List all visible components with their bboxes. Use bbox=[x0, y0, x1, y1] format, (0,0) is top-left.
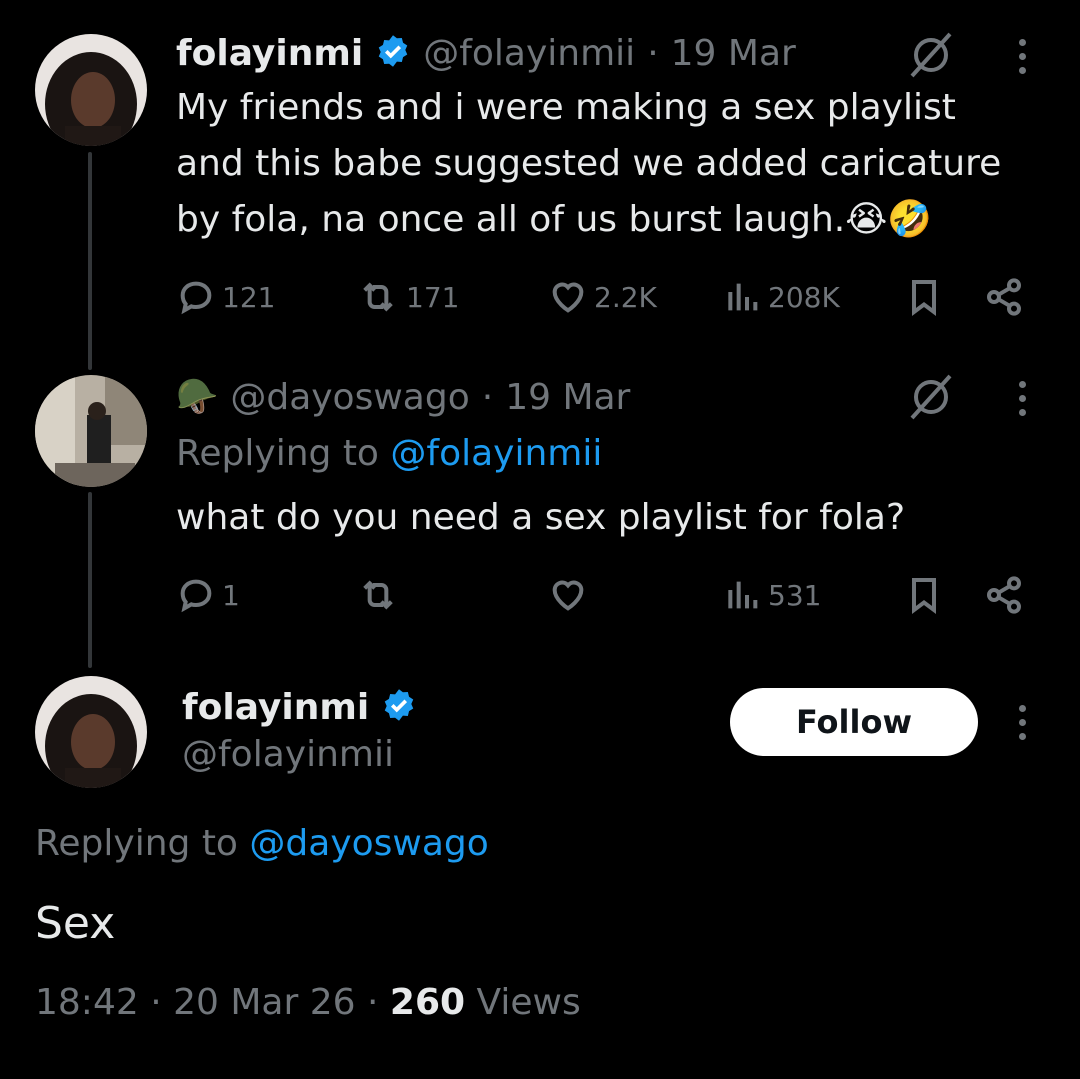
replying-to-link[interactable]: @folayinmii bbox=[390, 433, 602, 474]
like-count: 2.2K bbox=[594, 280, 657, 314]
action-bar: 1 531 bbox=[176, 572, 1056, 618]
tweet-meta: 18:42 · 20 Mar 26 · 260 Views bbox=[35, 982, 581, 1023]
share-icon bbox=[987, 278, 1021, 316]
avatar-dayoswago[interactable] bbox=[35, 375, 147, 487]
replying-to-link[interactable]: @dayoswago bbox=[249, 823, 488, 864]
author-name-row: folayinmi bbox=[182, 684, 417, 730]
repost-button[interactable]: 171 bbox=[356, 277, 459, 317]
replying-to: Replying to @dayoswago bbox=[35, 823, 489, 864]
views-count: 531 bbox=[768, 578, 822, 612]
tweet-date[interactable]: 20 Mar 26 bbox=[173, 982, 355, 1023]
avatar-folayinmi[interactable] bbox=[35, 676, 147, 788]
grok-icon[interactable] bbox=[904, 30, 958, 84]
verified-badge-icon bbox=[375, 33, 411, 73]
repost-icon bbox=[363, 282, 393, 312]
views-icon bbox=[728, 283, 758, 311]
like-button[interactable]: 2.2K bbox=[548, 277, 657, 317]
more-options-icon[interactable] bbox=[1019, 705, 1026, 740]
views-label: Views bbox=[476, 982, 581, 1023]
emoji: 😭🤣 bbox=[845, 199, 933, 240]
views-icon bbox=[728, 581, 758, 609]
emoji-display-name[interactable]: 🪖 bbox=[176, 377, 218, 417]
views-button[interactable]: 531 bbox=[722, 575, 821, 615]
like-button[interactable] bbox=[548, 575, 588, 615]
follow-button[interactable]: Follow bbox=[730, 688, 978, 756]
bookmark-icon bbox=[912, 280, 936, 316]
display-name[interactable]: folayinmi bbox=[176, 33, 363, 74]
heart-icon bbox=[552, 282, 584, 313]
views-count: 260 bbox=[389, 982, 466, 1023]
separator: · bbox=[647, 32, 659, 74]
share-button[interactable] bbox=[984, 277, 1024, 317]
avatar-folayinmi[interactable] bbox=[35, 34, 147, 146]
tweet-date[interactable]: 19 Mar bbox=[671, 33, 796, 74]
handle[interactable]: @folayinmii bbox=[182, 734, 394, 775]
reply-count: 121 bbox=[222, 280, 276, 314]
display-name[interactable]: folayinmi bbox=[182, 687, 369, 728]
more-options-icon[interactable] bbox=[1019, 381, 1026, 416]
tweet-header: 🪖 @dayoswago · 19 Mar bbox=[176, 374, 630, 420]
more-options-icon[interactable] bbox=[1019, 39, 1026, 74]
verified-badge-icon bbox=[381, 687, 417, 727]
tweet-time[interactable]: 18:42 bbox=[35, 982, 139, 1023]
reply-icon bbox=[180, 579, 212, 613]
thread-line bbox=[88, 492, 92, 668]
bookmark-icon bbox=[912, 578, 936, 614]
handle[interactable]: @dayoswago bbox=[230, 377, 469, 418]
reply-button[interactable]: 121 bbox=[176, 277, 275, 317]
tweet-text: Sex bbox=[35, 898, 116, 949]
bookmark-button[interactable] bbox=[904, 575, 944, 615]
share-icon bbox=[987, 576, 1021, 614]
tweet-date[interactable]: 19 Mar bbox=[505, 377, 630, 418]
replying-to: Replying to @folayinmii bbox=[176, 433, 603, 474]
repost-button[interactable] bbox=[356, 575, 400, 615]
thread-line bbox=[88, 152, 92, 370]
tweet-header: folayinmi @folayinmii · 19 Mar bbox=[176, 30, 796, 76]
handle[interactable]: @folayinmii bbox=[423, 33, 635, 74]
reply-count: 1 bbox=[222, 578, 240, 612]
reply-icon bbox=[180, 281, 212, 315]
grok-icon[interactable] bbox=[904, 372, 958, 426]
repost-count: 171 bbox=[406, 280, 460, 314]
action-bar: 121 171 2.2K 208K bbox=[176, 274, 1056, 320]
separator: · bbox=[481, 376, 494, 418]
reply-button[interactable]: 1 bbox=[176, 575, 240, 615]
heart-icon bbox=[552, 580, 584, 611]
repost-icon bbox=[363, 580, 393, 610]
tweet-text: what do you need a sex playlist for fola… bbox=[176, 497, 906, 538]
share-button[interactable] bbox=[984, 575, 1024, 615]
bookmark-button[interactable] bbox=[904, 277, 944, 317]
tweet-text: My friends and i were making a sex playl… bbox=[176, 87, 1002, 240]
views-button[interactable]: 208K bbox=[722, 277, 840, 317]
views-count: 208K bbox=[768, 280, 840, 314]
